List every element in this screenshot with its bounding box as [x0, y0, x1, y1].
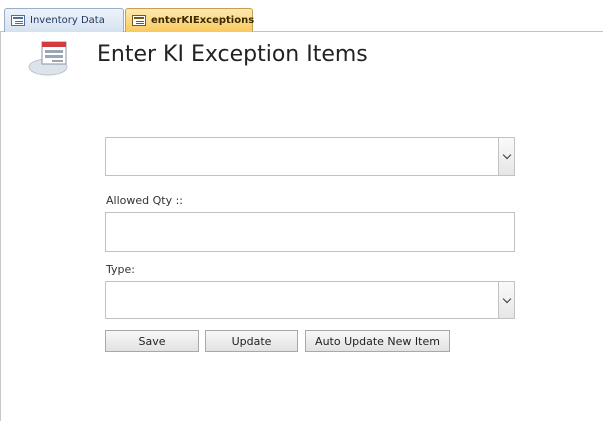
tab-label: enterKIExceptions — [151, 15, 255, 26]
type-combo-dropdown-button[interactable] — [498, 282, 514, 318]
allowed-qty-label: Allowed Qty :: — [106, 194, 183, 207]
form-icon — [28, 41, 68, 76]
item-combo-dropdown-button[interactable] — [498, 138, 514, 175]
chevron-down-icon — [502, 150, 511, 160]
page-title: Enter KI Exception Items — [97, 42, 368, 67]
type-label: Type: — [106, 263, 135, 276]
access-window: Inventory Data enterKIExceptions Enter K… — [0, 0, 603, 421]
tab-inventory-data[interactable]: Inventory Data — [4, 8, 124, 32]
type-combo-input[interactable] — [105, 281, 515, 319]
item-combo-input[interactable] — [105, 137, 515, 176]
tab-enter-ki-exceptions[interactable]: enterKIExceptions — [125, 8, 255, 32]
document-tab-strip: Inventory Data enterKIExceptions — [0, 0, 603, 32]
save-button[interactable]: Save — [105, 330, 199, 352]
form-tab-icon — [132, 15, 146, 26]
auto-update-new-item-button[interactable]: Auto Update New Item — [305, 330, 450, 352]
chevron-down-icon — [502, 294, 511, 303]
allowed-qty-input[interactable] — [105, 212, 515, 252]
form-tab-icon — [11, 15, 25, 26]
tab-label: Inventory Data — [30, 15, 105, 26]
update-button[interactable]: Update — [205, 330, 298, 352]
